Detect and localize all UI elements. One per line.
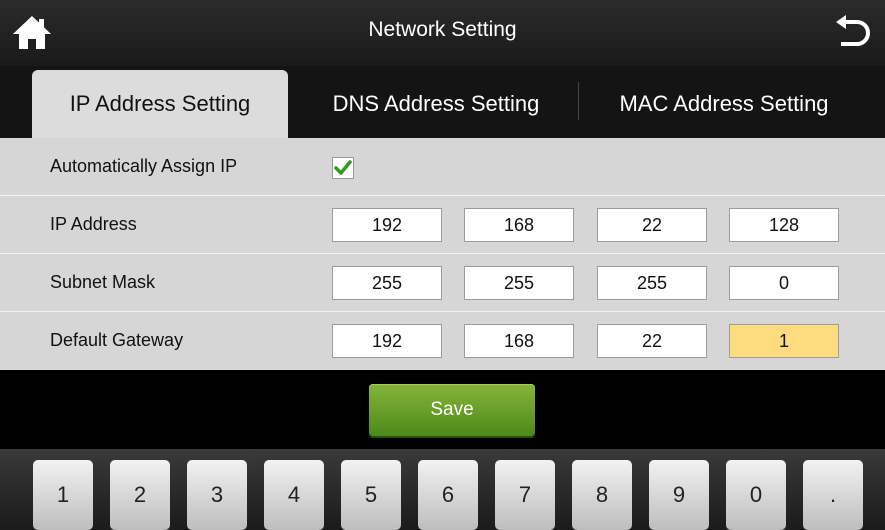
checkmark-icon [334, 160, 352, 175]
subnet-mask-row: Subnet Mask 255 255 255 0 [0, 254, 885, 312]
network-setting-screen: Network Setting IP Address Setting DNS A… [0, 0, 885, 530]
default-gateway-row: Default Gateway 192 168 22 1 [0, 312, 885, 369]
subnet-mask-label: Subnet Mask [50, 272, 156, 292]
ip-address-octet-1[interactable]: 192 [332, 208, 442, 242]
auto-assign-row: Automatically Assign IP [0, 138, 885, 196]
key-9[interactable]: 9 [649, 460, 709, 530]
key-dot[interactable]: . [803, 460, 863, 530]
ip-address-label: IP Address [50, 214, 137, 234]
numeric-keypad: 1 2 3 4 5 6 7 8 9 0 . [0, 449, 885, 530]
default-gateway-octet-4[interactable]: 1 [729, 324, 839, 358]
auto-assign-label: Automatically Assign IP [50, 156, 238, 176]
key-0[interactable]: 0 [726, 460, 786, 530]
subnet-mask-octet-3[interactable]: 255 [597, 266, 707, 300]
subnet-mask-octet-2[interactable]: 255 [464, 266, 574, 300]
default-gateway-octet-1[interactable]: 192 [332, 324, 442, 358]
ip-address-octet-3[interactable]: 22 [597, 208, 707, 242]
key-4[interactable]: 4 [264, 460, 324, 530]
default-gateway-octet-2[interactable]: 168 [464, 324, 574, 358]
ip-address-row: IP Address 192 168 22 128 [0, 196, 885, 254]
key-3[interactable]: 3 [187, 460, 247, 530]
back-button[interactable] [831, 12, 875, 52]
default-gateway-label: Default Gateway [50, 330, 184, 350]
tab-mac-address-setting[interactable]: MAC Address Setting [584, 70, 864, 138]
tab-dns-address-setting[interactable]: DNS Address Setting [300, 70, 572, 138]
key-5[interactable]: 5 [341, 460, 401, 530]
ip-address-octet-2[interactable]: 168 [464, 208, 574, 242]
auto-assign-checkbox[interactable] [332, 157, 354, 179]
key-1[interactable]: 1 [33, 460, 93, 530]
title-bar: Network Setting [0, 0, 885, 66]
tab-ip-address-setting[interactable]: IP Address Setting [32, 70, 288, 138]
ip-address-octet-4[interactable]: 128 [729, 208, 839, 242]
tab-bar: IP Address Setting DNS Address Setting M… [0, 66, 885, 138]
key-2[interactable]: 2 [110, 460, 170, 530]
key-6[interactable]: 6 [418, 460, 478, 530]
key-8[interactable]: 8 [572, 460, 632, 530]
page-title: Network Setting [368, 18, 517, 41]
save-button[interactable]: Save [369, 384, 535, 436]
key-7[interactable]: 7 [495, 460, 555, 530]
back-arrow-icon [836, 15, 870, 46]
tab-divider [578, 82, 579, 120]
subnet-mask-octet-4[interactable]: 0 [729, 266, 839, 300]
subnet-mask-octet-1[interactable]: 255 [332, 266, 442, 300]
ip-settings-form: Automatically Assign IP IP Address 192 1… [0, 138, 885, 370]
default-gateway-octet-3[interactable]: 22 [597, 324, 707, 358]
